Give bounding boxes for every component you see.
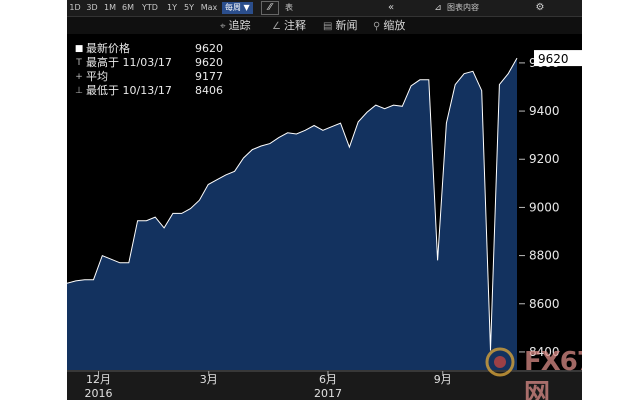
- watermark: FX678 汇通网: [482, 346, 582, 400]
- y-tick-label: 8800: [529, 249, 560, 263]
- chart-legend: ■ 最新价格 9620 T 最高于 11/03/17 9620 + 平均 917…: [73, 42, 223, 98]
- legend-last-label: 最新价格: [86, 42, 130, 55]
- x-tick-label: 3月: [200, 373, 218, 386]
- y-tick-label: 8600: [529, 297, 560, 311]
- legend-last: ■ 最新价格 9620: [73, 42, 223, 56]
- last-price-tag-text: 9620: [538, 52, 569, 66]
- chart-terminal: 1D 3D 1M 6M YTD 1Y 5Y Max 每周 ▼ ⁄⁄ 表 « ⊿ …: [67, 0, 582, 400]
- legend-high: T 最高于 11/03/17 9620: [73, 56, 223, 70]
- legend-low: ⊥ 最低于 10/13/17 8406: [73, 84, 223, 98]
- x-tick-label: 12月: [86, 373, 111, 386]
- square-marker-icon: ■: [74, 44, 84, 54]
- low-marker-icon: ⊥: [75, 86, 83, 96]
- legend-high-label: 最高于 11/03/17: [86, 56, 172, 69]
- legend-low-label: 最低于 10/13/17: [86, 84, 172, 97]
- y-tick-label: 9000: [529, 200, 560, 214]
- legend-avg: + 平均 9177: [73, 70, 223, 84]
- x-year-label: 2017: [314, 387, 342, 400]
- legend-low-value: 8406: [195, 84, 223, 97]
- price-area: [67, 58, 517, 370]
- legend-last-value: 9620: [195, 42, 223, 55]
- legend-high-value: 9620: [195, 56, 223, 69]
- y-tick-label: 9200: [529, 152, 560, 166]
- average-marker-icon: +: [75, 72, 83, 82]
- x-tick-label: 9月: [434, 373, 452, 386]
- x-year-label: 2016: [85, 387, 113, 400]
- legend-avg-label: 平均: [86, 70, 108, 83]
- high-marker-icon: T: [76, 58, 82, 68]
- watermark-text: FX678 汇通网: [524, 347, 582, 400]
- watermark-logo-icon: [485, 347, 515, 377]
- y-tick-label: 9400: [529, 104, 560, 118]
- x-tick-label: 6月: [319, 373, 337, 386]
- legend-avg-value: 9177: [195, 70, 223, 83]
